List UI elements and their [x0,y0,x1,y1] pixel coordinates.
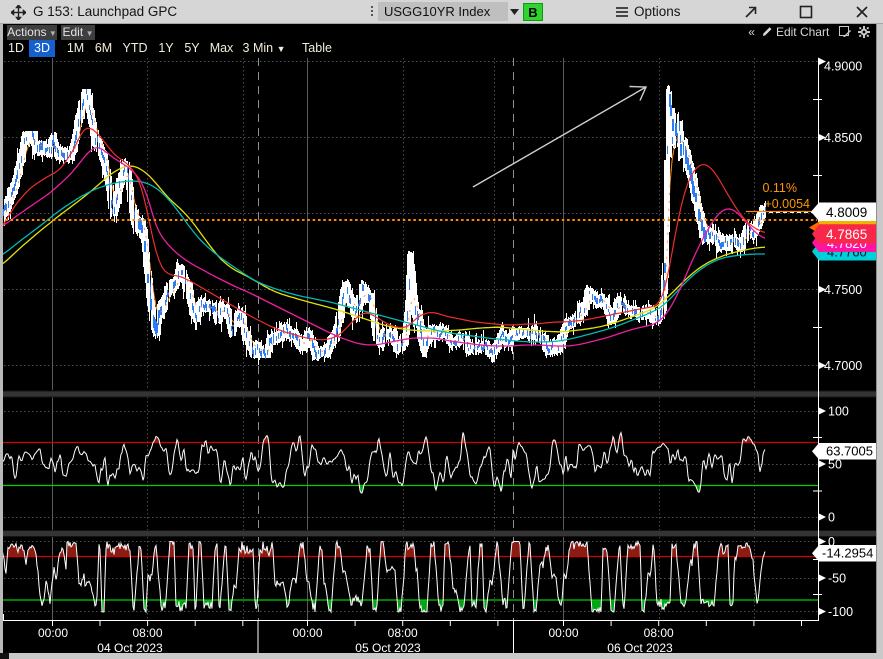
svg-text:-100: -100 [828,605,853,619]
svg-text:100: 100 [828,405,849,419]
svg-text:50: 50 [828,458,842,472]
svg-text:4.7865: 4.7865 [826,227,867,242]
svg-text:0: 0 [828,511,835,525]
svg-text:4.8500: 4.8500 [824,131,862,145]
svg-text:08:00: 08:00 [132,626,162,640]
svg-text:08:00: 08:00 [388,626,418,640]
svg-text:+0.0054: +0.0054 [764,197,810,211]
svg-text:08:00: 08:00 [644,626,674,640]
svg-text:4.9000: 4.9000 [824,60,862,74]
svg-text:4.7000: 4.7000 [824,359,862,373]
svg-text:4.7500: 4.7500 [824,283,862,297]
svg-text:63.7005: 63.7005 [826,444,873,459]
svg-text:00:00: 00:00 [292,626,322,640]
svg-text:-50: -50 [828,572,846,586]
svg-text:00:00: 00:00 [38,626,68,640]
svg-text:-14.2954: -14.2954 [822,546,873,561]
svg-text:0.11%: 0.11% [762,181,797,195]
svg-text:00:00: 00:00 [548,626,578,640]
svg-text:4.8009: 4.8009 [826,205,867,220]
